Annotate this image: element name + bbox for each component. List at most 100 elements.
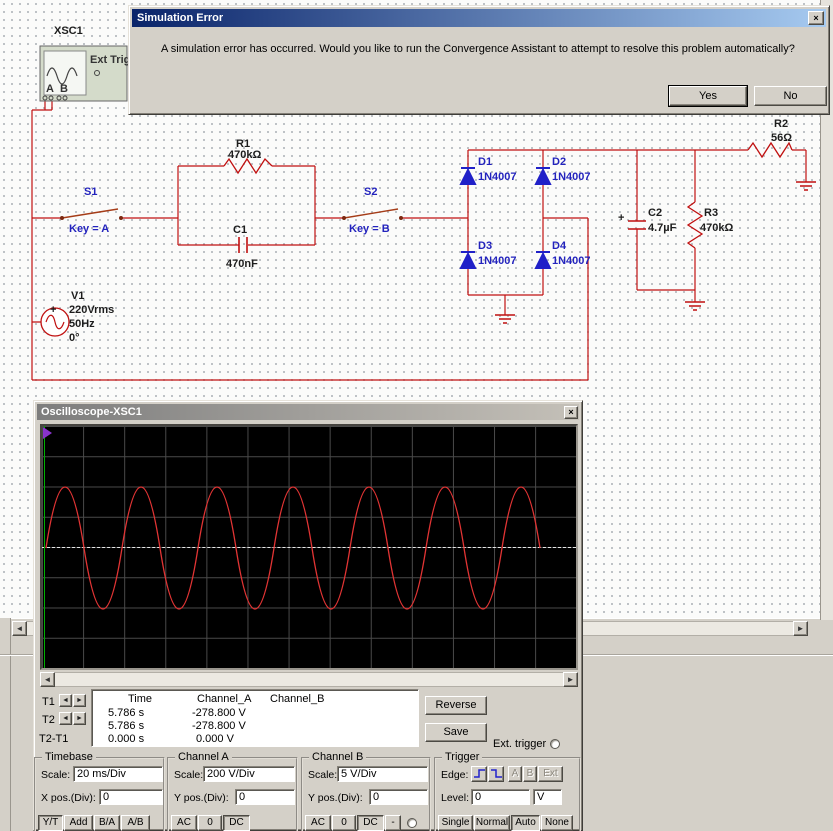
c1-ref: C1: [233, 224, 247, 236]
diode-d4: [534, 251, 552, 269]
radio-icon[interactable]: [407, 818, 417, 828]
oscilloscope-titlebar[interactable]: Oscilloscope-XSC1 ×: [37, 404, 579, 420]
channel-a-zero-button[interactable]: 0: [198, 815, 222, 831]
trigger-group: Trigger Edge: A B Ext Level: V Single No…: [434, 751, 581, 831]
t2-right-icon[interactable]: ►: [73, 712, 86, 725]
trigger-b-button[interactable]: B: [523, 766, 537, 782]
t1-left-icon[interactable]: ◄: [59, 694, 72, 707]
scope-scrollbar[interactable]: [40, 672, 578, 687]
diode-symbols[interactable]: [459, 167, 552, 269]
channel-b-minus-button[interactable]: -: [385, 815, 401, 831]
diode-d3: [459, 251, 477, 269]
d3-val: 1N4007: [478, 255, 517, 267]
scope-scroll-left-icon[interactable]: ◄: [40, 672, 55, 687]
dialog-close-icon[interactable]: ×: [808, 11, 824, 25]
d4-ref: D4: [552, 240, 567, 252]
xpos-input[interactable]: [99, 789, 163, 805]
trigger-ext-button[interactable]: Ext: [538, 766, 563, 782]
channel-a-scale-input[interactable]: [203, 766, 295, 782]
scope-trace-svg: [45, 486, 541, 610]
s1-ref: S1: [84, 186, 97, 198]
oscilloscope-title: Oscilloscope-XSC1: [41, 406, 142, 418]
t1-a: -278.800 V: [192, 707, 246, 719]
channel-b-ac-button[interactable]: AC: [305, 815, 331, 831]
channel-a-ypos-input[interactable]: [235, 789, 295, 805]
v1-plus: +: [50, 304, 56, 316]
dialog-message: A simulation error has occurred. Would y…: [161, 43, 795, 55]
d2-ref: D2: [552, 156, 566, 168]
channel-b-dc-button[interactable]: DC: [357, 815, 384, 831]
dt-time: 0.000 s: [108, 733, 145, 745]
channel-a-ac-button[interactable]: AC: [171, 815, 197, 831]
capacitor-c1: [238, 237, 248, 253]
r2-val: 56Ω: [771, 132, 792, 144]
s1-key: Key = A: [69, 223, 109, 235]
close-icon[interactable]: ×: [564, 405, 578, 419]
rising-edge-icon[interactable]: [471, 766, 487, 782]
t2-a: -278.800 V: [192, 720, 246, 732]
trigger-level-input[interactable]: [471, 789, 530, 805]
dialog-titlebar[interactable]: Simulation Error ×: [132, 9, 826, 27]
capacitor-c2: [628, 220, 646, 230]
yes-button[interactable]: Yes: [668, 85, 748, 107]
trigger-edge-label: Edge:: [441, 769, 469, 781]
channel-b-ypos-input[interactable]: [369, 789, 428, 805]
t1-time: 5.786 s: [108, 707, 145, 719]
cursor-marker-icon[interactable]: [43, 427, 52, 439]
channel-b-ypos-label: Y pos.(Div):: [308, 792, 363, 804]
add-mode-button[interactable]: Add: [64, 815, 93, 831]
s2-key: Key = B: [349, 223, 390, 235]
col-channel-a: Channel_A: [197, 693, 252, 705]
oscilloscope-instrument-icon[interactable]: Ext Trig A B: [39, 45, 130, 102]
trigger-unit-select[interactable]: V: [533, 789, 562, 805]
save-button[interactable]: Save: [425, 723, 487, 742]
t2-t1-label: T2-T1: [39, 733, 69, 745]
ab-mode-button[interactable]: A/B: [121, 815, 150, 831]
xsc1-ref: XSC1: [54, 25, 83, 37]
t2-left-icon[interactable]: ◄: [59, 712, 72, 725]
source-v1[interactable]: +: [40, 304, 70, 337]
xpos-label: X pos.(Div):: [41, 792, 96, 804]
scroll-left-icon[interactable]: ◄: [12, 621, 27, 636]
ext-trigger-radio[interactable]: [550, 739, 560, 749]
timebase-title: Timebase: [42, 751, 96, 763]
trigger-single-button[interactable]: Single: [438, 815, 473, 831]
terminal-a-label: A: [46, 83, 54, 95]
t2-label: T2: [42, 714, 55, 726]
channel-a-group: Channel A Scale: Y pos.(Div): AC 0 DC: [167, 751, 298, 831]
reverse-button[interactable]: Reverse: [425, 696, 487, 715]
t1-right-icon[interactable]: ►: [73, 694, 86, 707]
simulation-error-dialog: Simulation Error × A simulation error ha…: [128, 5, 830, 115]
c2-val: 4.7µF: [648, 222, 677, 234]
capacitor-symbols[interactable]: [238, 220, 646, 253]
trigger-auto-button[interactable]: Auto: [511, 815, 540, 831]
scroll-right-icon[interactable]: ►: [793, 621, 808, 636]
cursor-line[interactable]: [44, 426, 45, 668]
trigger-title: Trigger: [442, 751, 483, 763]
no-button[interactable]: No: [754, 86, 827, 106]
yt-mode-button[interactable]: Y/T: [38, 815, 63, 831]
d1-val: 1N4007: [478, 171, 517, 183]
ba-mode-button[interactable]: B/A: [94, 815, 120, 831]
channel-b-scale-input[interactable]: [337, 766, 428, 782]
channel-a-dc-button[interactable]: DC: [223, 815, 250, 831]
wire-net[interactable]: [31, 99, 807, 381]
switch-symbols[interactable]: [60, 208, 403, 220]
falling-edge-icon[interactable]: [488, 766, 504, 782]
r2-ref: R2: [774, 118, 788, 130]
timebase-scale-input[interactable]: [73, 766, 163, 782]
channel-b-zero-button[interactable]: 0: [332, 815, 356, 831]
d2-val: 1N4007: [552, 171, 591, 183]
c2-ref: C2: [648, 207, 662, 219]
dt-a: 0.000 V: [196, 733, 234, 745]
channel-b-title: Channel B: [309, 751, 367, 763]
multisim-app: + Ext Trig A B XSC1 R1 470kΩ C1 470nF S1: [0, 0, 833, 831]
scope-scroll-right-icon[interactable]: ►: [563, 672, 578, 687]
measurement-readout: Time Channel_A Channel_B 5.786 s -278.80…: [91, 689, 419, 747]
v1-l3: 0°: [69, 332, 80, 344]
trigger-normal-button[interactable]: Normal: [474, 815, 510, 831]
trigger-level-label: Level:: [441, 792, 470, 804]
c2-plus: +: [618, 212, 624, 224]
trigger-none-button[interactable]: None: [541, 815, 573, 831]
trigger-a-button[interactable]: A: [508, 766, 522, 782]
